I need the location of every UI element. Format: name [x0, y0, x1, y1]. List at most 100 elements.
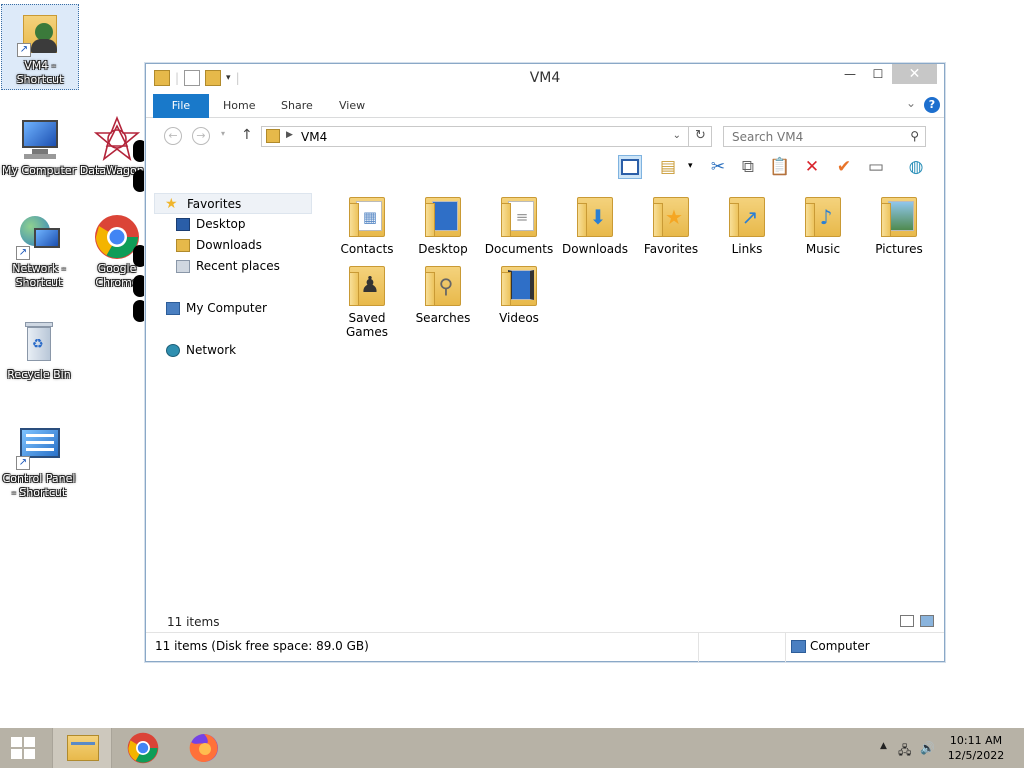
tab-home[interactable]: Home	[223, 94, 255, 118]
item-label: Links	[731, 242, 763, 256]
minimize-button[interactable]: —	[836, 64, 864, 84]
shortcut-arrow-icon: ↗	[16, 246, 30, 260]
view-toggle	[900, 615, 934, 627]
navigation-pane: ★ Favorites Desktop Downloads Recent pla…	[154, 193, 312, 361]
large-icons-view-icon[interactable]	[920, 615, 934, 627]
title-bar[interactable]: | ▾ | VM4 — ☐ ✕	[146, 64, 944, 94]
show-hidden-icons-icon[interactable]: ▲	[880, 741, 887, 751]
folder-item-desktop[interactable]: Desktop	[407, 193, 479, 256]
chevron-down-icon[interactable]: ⌄	[906, 96, 916, 110]
shortcut-arrow-icon: ↗	[16, 456, 30, 470]
item-label: Searches	[415, 311, 471, 325]
favorites-folder-icon: ★	[651, 193, 691, 237]
folder-item-documents[interactable]: ≡ Documents	[483, 193, 555, 256]
cut-icon[interactable]: ✂	[706, 155, 730, 179]
nav-recent-places[interactable]: Recent places	[154, 256, 312, 277]
tab-view[interactable]: View	[339, 94, 365, 118]
nav-desktop[interactable]: Desktop	[154, 214, 312, 235]
maximize-button[interactable]: ☐	[864, 64, 892, 84]
item-label: Downloads	[562, 242, 628, 256]
desktop-icon-my-computer[interactable]: My Computer	[0, 110, 78, 178]
copy-icon[interactable]: ⧉	[736, 155, 760, 179]
desktop-folder-icon	[423, 193, 463, 237]
nav-label: Downloads	[196, 238, 262, 252]
recent-places-icon	[176, 260, 190, 273]
delete-icon[interactable]: ✕	[800, 155, 824, 179]
preview-pane-button[interactable]	[618, 155, 642, 179]
address-dropdown-icon[interactable]: ⌄	[673, 130, 681, 141]
address-bar[interactable]: ▶ VM4 ⌄	[261, 126, 712, 147]
contacts-folder-icon: ▦	[347, 193, 387, 237]
breadcrumb-vm4[interactable]: VM4	[301, 130, 327, 144]
tab-file[interactable]: File	[153, 94, 209, 118]
folder-item-favorites[interactable]: ★ Favorites	[635, 193, 707, 256]
saved-games-folder-icon: ♟	[347, 262, 387, 306]
downloads-folder-icon	[176, 239, 190, 252]
network-tray-icon[interactable]: 🖧	[898, 741, 911, 762]
desktop-icon-control-panel[interactable]: ↗ Control Panel - Shortcut	[0, 418, 78, 500]
documents-folder-icon: ≡	[499, 193, 539, 237]
tab-share[interactable]: Share	[281, 94, 313, 118]
nav-downloads[interactable]: Downloads	[154, 235, 312, 256]
ribbon-tabs: File Home Share View ⌄ ?	[146, 94, 944, 118]
item-label: Documents	[484, 242, 554, 256]
folder-item-videos[interactable]: Videos	[483, 262, 555, 325]
checkmark-icon[interactable]: ✔	[832, 155, 856, 179]
desktop-icon-network-shortcut[interactable]: ↗ Network - Shortcut	[0, 208, 78, 290]
properties-folder-button[interactable]: ▤	[656, 155, 680, 179]
downloads-folder-icon: ⬇	[575, 193, 615, 237]
breadcrumb-arrow-icon[interactable]: ▶	[286, 130, 293, 140]
folder-item-links[interactable]: ↗ Links	[711, 193, 783, 256]
back-button[interactable]: ←	[164, 127, 182, 145]
recent-locations-dropdown[interactable]: ▾	[221, 129, 225, 138]
recycle-bin-icon: ♻	[16, 320, 62, 366]
forward-button[interactable]: →	[192, 127, 210, 145]
help-icon[interactable]: ?	[924, 97, 940, 113]
desktop-icon-label: My Computer	[1, 164, 77, 177]
paste-icon[interactable]: 📋	[768, 155, 792, 179]
search-box[interactable]: ⚲	[723, 126, 926, 147]
refresh-button[interactable]: ↻	[688, 126, 712, 147]
pictures-folder-icon	[879, 193, 919, 237]
window-title: VM4	[529, 70, 561, 86]
details-view-icon[interactable]	[900, 615, 914, 627]
computer-icon	[166, 302, 180, 315]
rename-icon[interactable]: ▭	[864, 155, 888, 179]
clock[interactable]: 10:11 AM 12/5/2022	[946, 733, 1006, 763]
taskbar-google-chrome[interactable]	[113, 728, 173, 768]
music-folder-icon: ♪	[803, 193, 843, 237]
options-globe-icon[interactable]: ◍	[904, 155, 928, 179]
folder-item-searches[interactable]: ⚲ Searches	[407, 262, 479, 325]
item-label: Pictures	[875, 242, 923, 256]
status-separator	[785, 633, 786, 662]
folder-item-downloads[interactable]: ⬇ Downloads	[559, 193, 631, 256]
taskbar-firefox[interactable]	[174, 728, 234, 768]
properties-dropdown-icon[interactable]: ▾	[688, 161, 693, 171]
up-button[interactable]: ↑	[241, 127, 253, 143]
nav-label: Recent places	[196, 259, 280, 273]
nav-network[interactable]: Network	[154, 340, 312, 361]
explorer-window: | ▾ | VM4 — ☐ ✕ File Home Share View ⌄ ?…	[145, 63, 945, 662]
desktop-icon-label: VM4 - Shortcut	[16, 59, 64, 86]
taskbar: ▲ 🖧 🔊 10:11 AM 12/5/2022	[0, 728, 1024, 768]
desktop-icon-recycle-bin[interactable]: ♻ Recycle Bin	[0, 314, 78, 382]
firefox-logo-icon	[189, 734, 218, 762]
item-label: Desktop	[418, 242, 468, 256]
nav-favorites[interactable]: ★ Favorites	[154, 193, 312, 214]
nav-my-computer[interactable]: My Computer	[154, 298, 312, 319]
volume-icon[interactable]: 🔊	[920, 741, 935, 755]
folder-item-music[interactable]: ♪ Music	[787, 193, 859, 256]
videos-folder-icon	[499, 262, 539, 306]
start-button[interactable]	[0, 728, 48, 768]
folder-item-pictures[interactable]: Pictures	[863, 193, 935, 256]
close-button[interactable]: ✕	[892, 64, 937, 84]
desktop-icon-vm4-shortcut[interactable]: ↗ VM4 - Shortcut	[1, 4, 79, 90]
folder-item-saved-games[interactable]: ♟ Saved Games	[331, 262, 403, 339]
folder-icon	[266, 129, 280, 143]
taskbar-file-explorer[interactable]	[52, 728, 112, 768]
network-icon	[166, 344, 180, 357]
folder-item-contacts[interactable]: ▦ Contacts	[331, 193, 403, 256]
search-icon[interactable]: ⚲	[910, 129, 919, 143]
item-label: Favorites	[643, 242, 699, 256]
search-input[interactable]	[724, 127, 894, 146]
